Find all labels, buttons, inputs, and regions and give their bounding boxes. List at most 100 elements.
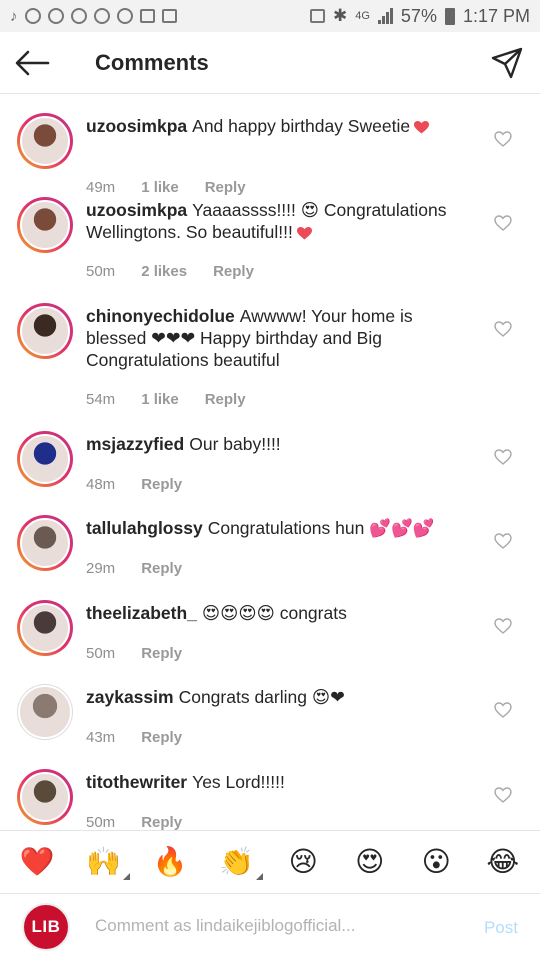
reply-button[interactable]: Reply — [141, 476, 182, 493]
current-user-avatar: LIB — [22, 903, 70, 951]
comment-body: Congrats darling 😍❤ — [178, 687, 345, 707]
comment-timestamp: 50m — [86, 645, 116, 662]
emoji-glyph: 🙌 — [86, 846, 122, 877]
comment-input[interactable] — [95, 913, 455, 939]
reply-button[interactable]: Reply — [141, 560, 182, 577]
tears-of-joy-emoji-icon[interactable]: 😂 — [483, 842, 523, 882]
comment-timestamp: 50m — [86, 263, 116, 280]
like-heart-icon[interactable] — [494, 215, 512, 231]
avatar-image — [20, 518, 70, 568]
avatar-image — [20, 434, 70, 484]
notification-icons: ♪ — [10, 8, 177, 25]
avatar[interactable] — [17, 197, 73, 253]
comment-username[interactable]: tallulahglossy — [86, 518, 203, 538]
comment-text: uzoosimkpa Yaaaassss!!!! 😍 Congratulation… — [86, 199, 471, 243]
comment-meta: 50m 2 likes Reply — [86, 263, 254, 280]
pinterest-icon — [24, 8, 41, 24]
like-heart-icon[interactable] — [494, 449, 512, 465]
telegram-icon — [93, 8, 110, 24]
battery-percent: 57% — [400, 5, 437, 26]
emoji-glyph: 👏 — [219, 846, 255, 877]
facebook-icon — [47, 8, 64, 24]
avatar[interactable] — [17, 303, 73, 359]
comment-row: titothewriter Yes Lord!!!!! 50m Reply — [0, 751, 540, 830]
comment-body: And happy birthday Sweetie — [192, 116, 411, 136]
red-heart-emoji-icon[interactable]: ❤️ — [17, 842, 57, 882]
reply-button[interactable]: Reply — [141, 814, 182, 830]
comment-username[interactable]: uzoosimkpa — [86, 116, 187, 136]
comment-username[interactable]: zaykassim — [86, 687, 174, 707]
avatar[interactable] — [17, 769, 73, 825]
avatar-image — [18, 685, 72, 739]
comment-meta: 43m Reply — [86, 729, 182, 746]
crying-face-emoji-icon[interactable]: 😢 — [283, 842, 323, 882]
emoji-glyph: 😮 — [421, 846, 451, 877]
direct-send-icon[interactable] — [490, 46, 524, 80]
comment-text: chinonyechidolue Awwww! Your home is bles… — [86, 305, 471, 371]
avatar-image — [20, 116, 70, 166]
comment-meta: 50m Reply — [86, 645, 182, 662]
like-heart-icon[interactable] — [494, 533, 512, 549]
comment-likes[interactable]: 1 like — [141, 391, 179, 408]
bluetooth-icon: ✱ — [332, 6, 348, 25]
surprised-face-emoji-icon[interactable]: 😮 — [416, 842, 456, 882]
like-heart-icon[interactable] — [494, 702, 512, 718]
comment-row: zaykassim Congrats darling 😍❤ 43m Reply — [0, 666, 540, 746]
comment-text: uzoosimkpa And happy birthday Sweetie — [86, 115, 471, 137]
signal-icon — [377, 8, 393, 24]
comment-username[interactable]: chinonyechidolue — [86, 306, 235, 326]
heart-eyes-emoji-icon[interactable]: 😍 — [350, 842, 390, 882]
comment-username[interactable]: theelizabeth_ — [86, 603, 197, 623]
comment-row: tallulahglossy Congratulations hun 💕💕💕 29m… — [0, 497, 540, 577]
comment-meta: 50m Reply — [86, 814, 182, 830]
fire-emoji-icon[interactable]: 🔥 — [150, 842, 190, 882]
page-title: Comments — [95, 50, 209, 75]
comment-body: Congratulations hun 💕💕💕 — [207, 518, 435, 538]
post-button[interactable]: Post — [484, 918, 518, 938]
comment-text: tallulahglossy Congratulations hun 💕💕💕 — [86, 517, 471, 539]
reply-button[interactable]: Reply — [213, 263, 254, 280]
emoji-glyph: 😢 — [288, 846, 318, 877]
emoji-quick-bar: ❤️ 🙌 🔥 👏 😢 😍 😮 😂 — [0, 830, 540, 894]
avatar[interactable] — [17, 600, 73, 656]
skin-tone-indicator-icon — [255, 873, 263, 880]
reply-button[interactable]: Reply — [141, 729, 182, 746]
comment-body: 😍😍😍😍 congrats — [201, 603, 347, 623]
avatar-image — [20, 306, 70, 356]
comment-meta: 29m Reply — [86, 560, 182, 577]
comment-text: theelizabeth_ 😍😍😍😍 congrats — [86, 602, 471, 624]
reply-button[interactable]: Reply — [141, 645, 182, 662]
avatar[interactable] — [17, 684, 73, 740]
comment-body: Our baby!!!! — [189, 434, 281, 454]
avatar[interactable] — [17, 431, 73, 487]
comment-username[interactable]: uzoosimkpa — [86, 200, 187, 220]
comment-username[interactable]: titothewriter — [86, 772, 187, 792]
system-status: ✱ 4G 57% 1:17 PM — [309, 5, 530, 27]
comment-row: chinonyechidolue Awwww! Your home is bles… — [0, 285, 540, 408]
comment-likes[interactable]: 2 likes — [141, 263, 187, 280]
clapping-hands-emoji-icon[interactable]: 👏 — [217, 842, 263, 882]
comment-composer: LIB Post — [0, 895, 540, 960]
like-heart-icon[interactable] — [494, 787, 512, 803]
like-heart-icon[interactable] — [494, 321, 512, 337]
raised-hands-emoji-icon[interactable]: 🙌 — [84, 842, 130, 882]
heart-emoji-icon — [296, 222, 312, 242]
avatar-image — [20, 772, 70, 822]
emoji-glyph: 🔥 — [152, 846, 188, 877]
comment-username[interactable]: msjazzyfied — [86, 434, 184, 454]
reply-button[interactable]: Reply — [205, 391, 246, 408]
avatar[interactable] — [17, 113, 73, 169]
avatar[interactable] — [17, 515, 73, 571]
back-arrow-icon[interactable] — [14, 48, 50, 78]
like-heart-icon[interactable] — [494, 618, 512, 634]
at-sign-icon — [116, 8, 133, 24]
comment-text: msjazzyfied Our baby!!!! — [86, 433, 471, 455]
comment-meta: 54m 1 like Reply — [86, 391, 246, 408]
like-heart-icon[interactable] — [494, 131, 512, 147]
comment-timestamp: 54m — [86, 391, 116, 408]
emoji-glyph: ❤️ — [19, 846, 55, 877]
comment-list[interactable]: uzoosimkpa And happy birthday Sweetie 49m 1… — [0, 95, 540, 830]
clock: 1:17 PM — [462, 5, 530, 26]
battery-icon — [444, 7, 455, 25]
emoji-glyph: 😂 — [486, 846, 520, 877]
